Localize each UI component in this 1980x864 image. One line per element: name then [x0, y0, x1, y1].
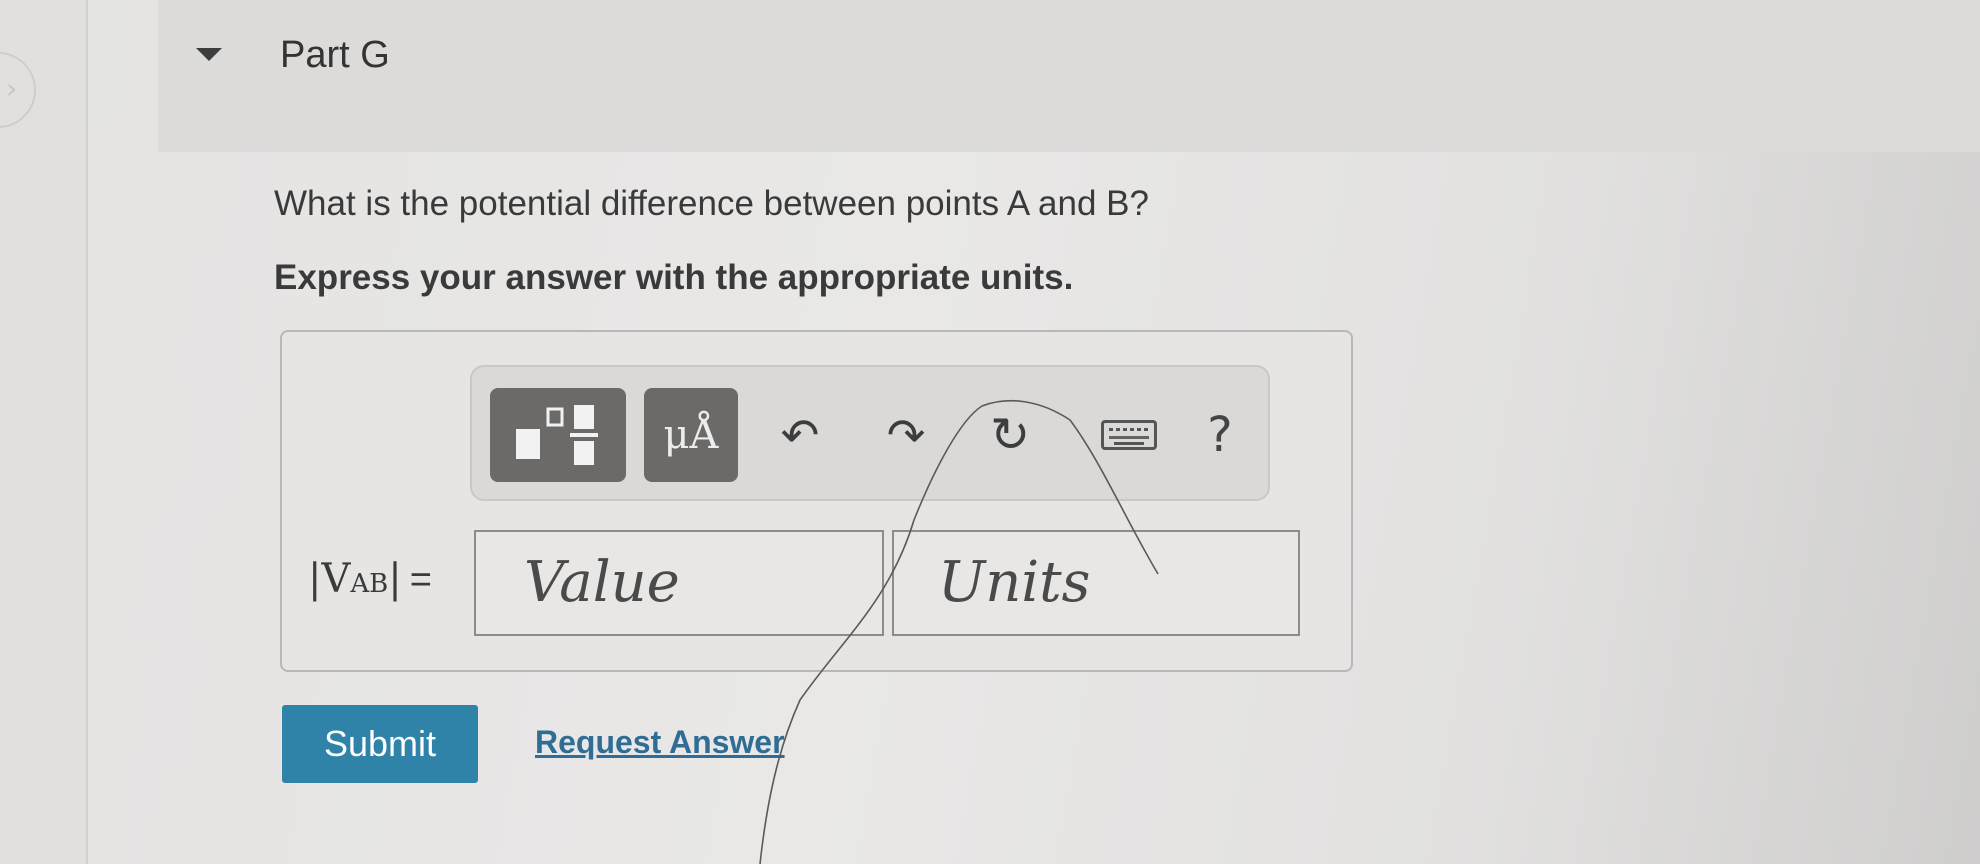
help-button[interactable]: ? — [1188, 400, 1252, 470]
units-input[interactable]: Units — [892, 530, 1300, 636]
question-prompt: What is the potential difference between… — [274, 184, 1149, 223]
answer-label-prefix: |V — [308, 556, 351, 602]
answer-label: |VAB| = — [308, 556, 432, 602]
left-navigation-rail: › — [0, 0, 88, 864]
collapse-triangle-icon[interactable] — [196, 48, 222, 61]
value-input[interactable]: Value — [474, 530, 884, 636]
answer-label-suffix: | — [388, 556, 402, 602]
redo-icon[interactable]: ↷ — [874, 400, 938, 470]
keyboard-icon — [1101, 420, 1157, 450]
keyboard-button[interactable] — [1086, 400, 1172, 470]
part-title: Part G — [280, 34, 390, 76]
templates-button[interactable] — [490, 388, 626, 482]
units-button[interactable]: μÅ — [644, 388, 738, 482]
chevron-right-icon[interactable]: › — [6, 72, 17, 105]
fraction-template-icon — [516, 405, 598, 465]
answer-label-equals: = — [409, 559, 432, 601]
submit-button[interactable]: Submit — [282, 705, 478, 783]
part-header — [158, 0, 1980, 152]
undo-icon[interactable]: ↶ — [768, 400, 832, 470]
answer-label-subscript: AB — [350, 569, 389, 599]
answer-instruction: Express your answer with the appropriate… — [274, 258, 1074, 297]
request-answer-link[interactable]: Request Answer — [535, 724, 785, 761]
reset-icon[interactable]: ↻ — [978, 400, 1042, 470]
